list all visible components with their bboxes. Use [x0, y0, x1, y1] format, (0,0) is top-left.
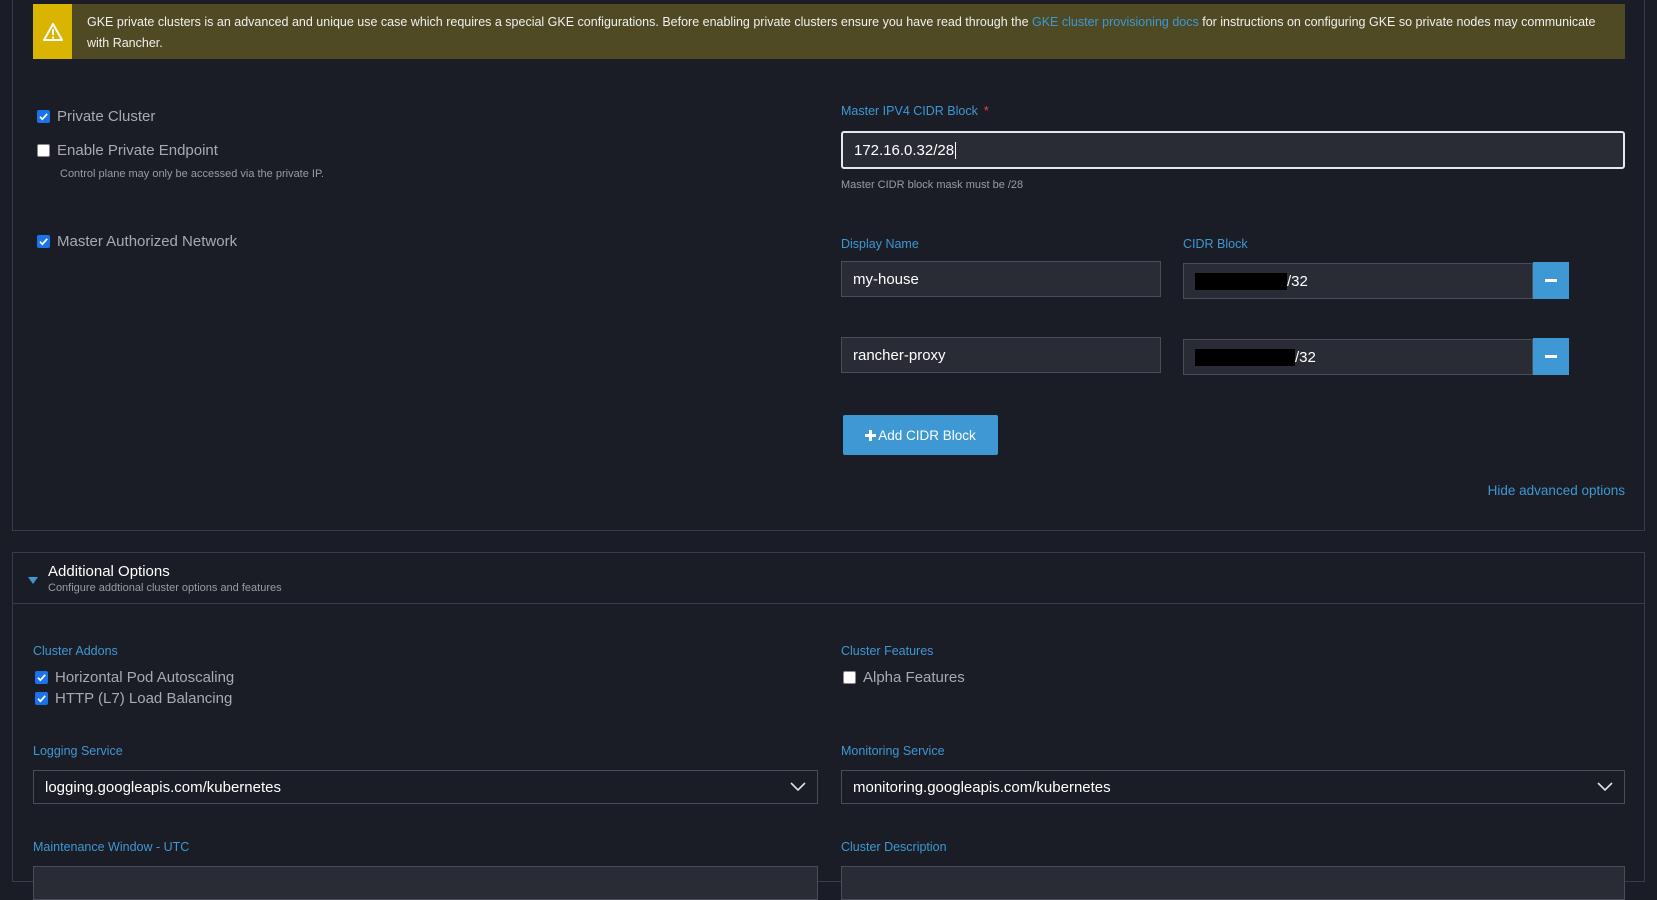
- http-load-balancing-checkbox[interactable]: HTTP (L7) Load Balancing: [35, 690, 232, 707]
- chevron-down-icon: [790, 782, 806, 792]
- private-endpoint-help: Control plane may only be accessed via t…: [60, 168, 324, 180]
- redacted-ip: [1195, 348, 1295, 366]
- cluster-description-input[interactable]: [841, 866, 1625, 900]
- additional-options-subtitle: Configure addtional cluster options and …: [48, 582, 282, 594]
- collapse-chevron-icon[interactable]: [27, 572, 39, 590]
- redacted-ip: [1195, 272, 1287, 290]
- horizontal-pod-autoscaling-checkbox[interactable]: Horizontal Pod Autoscaling: [35, 669, 234, 686]
- logging-service-label: Logging Service: [33, 744, 123, 758]
- display-name-label: Display Name: [841, 237, 919, 251]
- master-cidr-help: Master CIDR block mask must be /28: [841, 179, 1024, 191]
- maintenance-window-input[interactable]: [33, 866, 818, 900]
- additional-options-panel: [12, 552, 1645, 882]
- additional-options-title[interactable]: Additional Options: [48, 563, 170, 580]
- cidr-block-input-2[interactable]: /32: [1183, 339, 1533, 375]
- maintenance-window-label: Maintenance Window - UTC: [33, 840, 190, 854]
- checkbox-checked-icon[interactable]: [37, 110, 50, 123]
- alpha-features-checkbox[interactable]: Alpha Features: [843, 669, 965, 686]
- add-cidr-block-button[interactable]: Add CIDR Block: [843, 415, 998, 455]
- master-authorized-network-label: Master Authorized Network: [57, 233, 238, 250]
- master-cidr-label: Master IPV4 CIDR Block *: [841, 104, 989, 118]
- text-caret: [955, 141, 957, 159]
- minus-icon: [1545, 355, 1557, 358]
- display-name-input-1[interactable]: my-house: [841, 261, 1161, 297]
- remove-cidr-button-2[interactable]: [1533, 338, 1569, 375]
- private-cluster-label: Private Cluster: [57, 108, 156, 125]
- plus-icon: [865, 429, 877, 441]
- checkbox-unchecked-icon[interactable]: [843, 671, 856, 684]
- cidr-block-label: CIDR Block: [1183, 237, 1248, 251]
- cluster-features-label: Cluster Features: [841, 644, 934, 658]
- cidr-block-input-1[interactable]: /32: [1183, 263, 1533, 299]
- checkbox-unchecked-icon[interactable]: [37, 144, 50, 157]
- docs-link[interactable]: GKE cluster provisioning docs: [1032, 15, 1199, 29]
- monitoring-service-label: Monitoring Service: [841, 744, 945, 758]
- cluster-description-label: Cluster Description: [841, 840, 947, 854]
- remove-cidr-button-1[interactable]: [1533, 262, 1569, 299]
- display-name-input-2[interactable]: rancher-proxy: [841, 337, 1161, 373]
- warning-banner: GKE private clusters is an advanced and …: [33, 4, 1625, 59]
- master-cidr-input[interactable]: 172.16.0.32/28: [841, 131, 1625, 169]
- section-divider: [12, 603, 1645, 604]
- checkbox-checked-icon[interactable]: [35, 671, 48, 684]
- minus-icon: [1545, 279, 1557, 282]
- private-endpoint-label: Enable Private Endpoint: [57, 142, 218, 159]
- checkbox-checked-icon[interactable]: [35, 692, 48, 705]
- hide-advanced-options-link[interactable]: Hide advanced options: [1488, 483, 1625, 498]
- monitoring-service-select[interactable]: monitoring.googleapis.com/kubernetes: [841, 770, 1625, 804]
- cluster-addons-label: Cluster Addons: [33, 644, 118, 658]
- chevron-down-icon: [1597, 782, 1613, 792]
- private-endpoint-checkbox[interactable]: Enable Private Endpoint: [37, 142, 218, 159]
- master-authorized-network-checkbox[interactable]: Master Authorized Network: [37, 233, 237, 250]
- warning-text: GKE private clusters is an advanced and …: [87, 15, 1596, 50]
- checkbox-checked-icon[interactable]: [37, 235, 50, 248]
- warning-icon: [33, 4, 72, 59]
- logging-service-select[interactable]: logging.googleapis.com/kubernetes: [33, 770, 818, 804]
- private-cluster-checkbox[interactable]: Private Cluster: [37, 108, 155, 125]
- required-mark: *: [983, 104, 989, 118]
